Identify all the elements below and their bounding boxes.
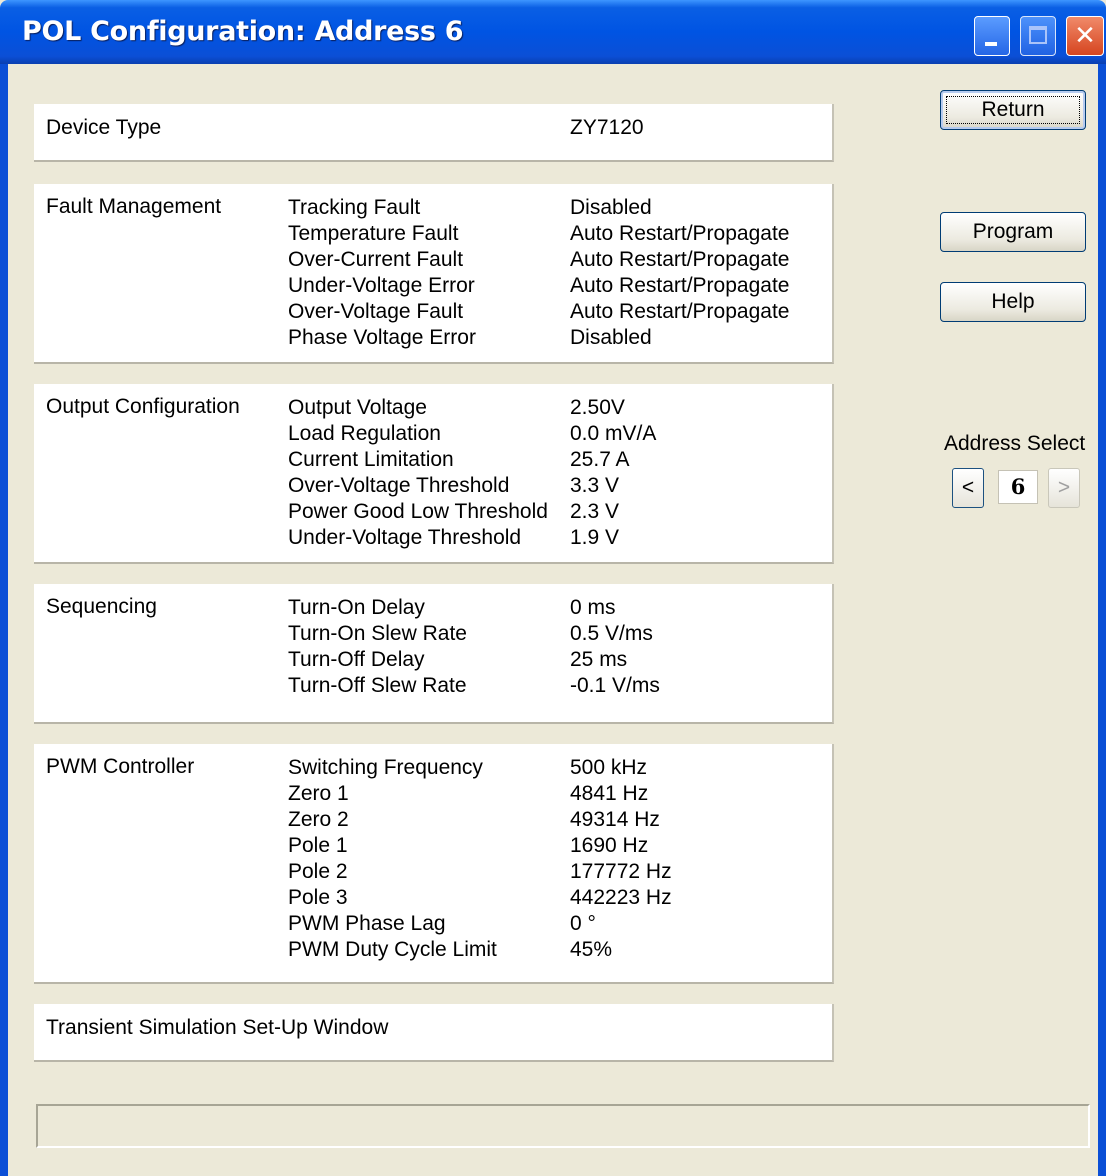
minimize-icon	[985, 42, 997, 46]
address-select-label: Address Select	[944, 432, 1086, 455]
sequencing-value: 25 ms	[570, 648, 628, 671]
sequencing-names: Turn-On Delay Turn-On Slew Rate Turn-Off…	[288, 595, 467, 699]
fault-value: Auto Restart/Propagate	[570, 300, 790, 323]
pwm-name: Pole 1	[288, 834, 348, 857]
pwm-name: PWM Duty Cycle Limit	[288, 938, 497, 961]
sequencing-name: Turn-Off Slew Rate	[288, 674, 467, 697]
sequencing-name: Turn-On Delay	[288, 596, 425, 619]
fault-management-label: Fault Management	[46, 195, 222, 218]
output-value: 1.9 V	[570, 526, 620, 549]
chevron-right-icon: >	[1057, 476, 1071, 499]
sequencing-label: Sequencing	[46, 595, 157, 618]
close-icon: ✕	[1074, 21, 1096, 51]
sequencing-value: 0 ms	[570, 596, 616, 619]
close-button[interactable]: ✕	[1066, 16, 1104, 56]
pwm-value: 177772 Hz	[570, 860, 672, 883]
fault-name: Temperature Fault	[288, 222, 459, 245]
chevron-left-icon: <	[961, 476, 975, 499]
output-name: Power Good Low Threshold	[288, 500, 548, 523]
maximize-button[interactable]	[1020, 16, 1056, 56]
sequencing-value: -0.1 V/ms	[570, 674, 660, 697]
help-button-label: Help	[991, 290, 1035, 313]
program-button-label: Program	[972, 220, 1054, 243]
pwm-controller-label: PWM Controller	[46, 755, 195, 778]
pwm-name: Zero 1	[288, 782, 349, 805]
output-name: Load Regulation	[288, 422, 441, 445]
fault-name: Over-Current Fault	[288, 248, 464, 271]
output-name: Output Voltage	[288, 396, 427, 419]
fault-value: Disabled	[570, 196, 652, 219]
output-configuration-panel: Output Configuration Output Voltage Load…	[34, 384, 834, 564]
output-configuration-label: Output Configuration	[46, 395, 240, 418]
window-title: POL Configuration: Address 6	[22, 16, 464, 47]
fault-name: Over-Voltage Fault	[288, 300, 464, 323]
pwm-value: 45%	[570, 938, 613, 961]
sequencing-value: 0.5 V/ms	[570, 622, 653, 645]
output-value: 3.3 V	[570, 474, 620, 497]
pol-configuration-window: POL Configuration: Address 6 ✕ Device Ty…	[0, 0, 1106, 1176]
pwm-value: 0 °	[570, 912, 596, 935]
window-border-left	[0, 64, 8, 1176]
output-value: 0.0 mV/A	[570, 422, 657, 445]
fault-management-panel: Fault Management Tracking Fault Temperat…	[34, 184, 834, 364]
fault-name: Under-Voltage Error	[288, 274, 475, 297]
device-type-label: Device Type	[46, 116, 162, 139]
fault-value: Auto Restart/Propagate	[570, 248, 790, 271]
fault-value: Auto Restart/Propagate	[570, 222, 790, 245]
output-name: Over-Voltage Threshold	[288, 474, 510, 497]
title-bar[interactable]: POL Configuration: Address 6 ✕	[0, 0, 1106, 64]
output-value: 2.3 V	[570, 500, 620, 523]
pwm-value: 49314 Hz	[570, 808, 660, 831]
pwm-value: 4841 Hz	[570, 782, 649, 805]
device-type-panel: Device Type ZY7120	[34, 104, 834, 162]
pwm-value: 500 kHz	[570, 756, 648, 779]
output-value: 25.7 A	[570, 448, 630, 471]
sequencing-panel: Sequencing Turn-On Delay Turn-On Slew Ra…	[34, 584, 834, 724]
maximize-icon	[1029, 26, 1047, 44]
pwm-value: 1690 Hz	[570, 834, 649, 857]
fault-management-names: Tracking Fault Temperature Fault Over-Cu…	[288, 195, 476, 351]
pwm-controller-values: 500 kHz 4841 Hz 49314 Hz 1690 Hz 177772 …	[570, 755, 672, 963]
transient-simulation-panel[interactable]: Transient Simulation Set-Up Window	[34, 1004, 834, 1062]
transient-simulation-label[interactable]: Transient Simulation Set-Up Window	[46, 1016, 388, 1040]
pwm-name: PWM Phase Lag	[288, 912, 446, 935]
program-button[interactable]: Program	[940, 212, 1086, 252]
fault-value: Disabled	[570, 326, 652, 349]
help-button[interactable]: Help	[940, 282, 1086, 322]
status-bar	[36, 1104, 1090, 1148]
pwm-controller-panel: PWM Controller Switching Frequency Zero …	[34, 744, 834, 984]
output-configuration-names: Output Voltage Load Regulation Current L…	[288, 395, 548, 551]
pwm-value: 442223 Hz	[570, 886, 672, 909]
sequencing-name: Turn-Off Delay	[288, 648, 425, 671]
pwm-name: Switching Frequency	[288, 756, 483, 779]
device-type-value: ZY7120	[570, 116, 644, 139]
address-prev-button[interactable]: <	[952, 468, 984, 508]
focus-rectangle	[946, 96, 1080, 124]
sequencing-values: 0 ms 0.5 V/ms 25 ms -0.1 V/ms	[570, 595, 660, 699]
fault-name: Tracking Fault	[288, 196, 421, 219]
address-next-button[interactable]: >	[1048, 468, 1080, 508]
pwm-name: Pole 3	[288, 886, 348, 909]
pwm-name: Pole 2	[288, 860, 348, 883]
minimize-button[interactable]	[974, 16, 1010, 56]
pwm-name: Zero 2	[288, 808, 349, 831]
return-button[interactable]: Return	[940, 90, 1086, 130]
sequencing-name: Turn-On Slew Rate	[288, 622, 467, 645]
pwm-controller-names: Switching Frequency Zero 1 Zero 2 Pole 1…	[288, 755, 497, 963]
fault-value: Auto Restart/Propagate	[570, 274, 790, 297]
window-border-right	[1098, 64, 1106, 1176]
client-area: Device Type ZY7120 Fault Management Trac…	[8, 64, 1098, 1176]
output-name: Under-Voltage Threshold	[288, 526, 522, 549]
output-configuration-values: 2.50V 0.0 mV/A 25.7 A 3.3 V 2.3 V 1.9 V	[570, 395, 656, 551]
fault-management-values: Disabled Auto Restart/Propagate Auto Res…	[570, 195, 789, 351]
output-value: 2.50V	[570, 396, 625, 419]
output-name: Current Limitation	[288, 448, 454, 471]
address-value: 6	[998, 470, 1038, 504]
fault-name: Phase Voltage Error	[288, 326, 476, 349]
